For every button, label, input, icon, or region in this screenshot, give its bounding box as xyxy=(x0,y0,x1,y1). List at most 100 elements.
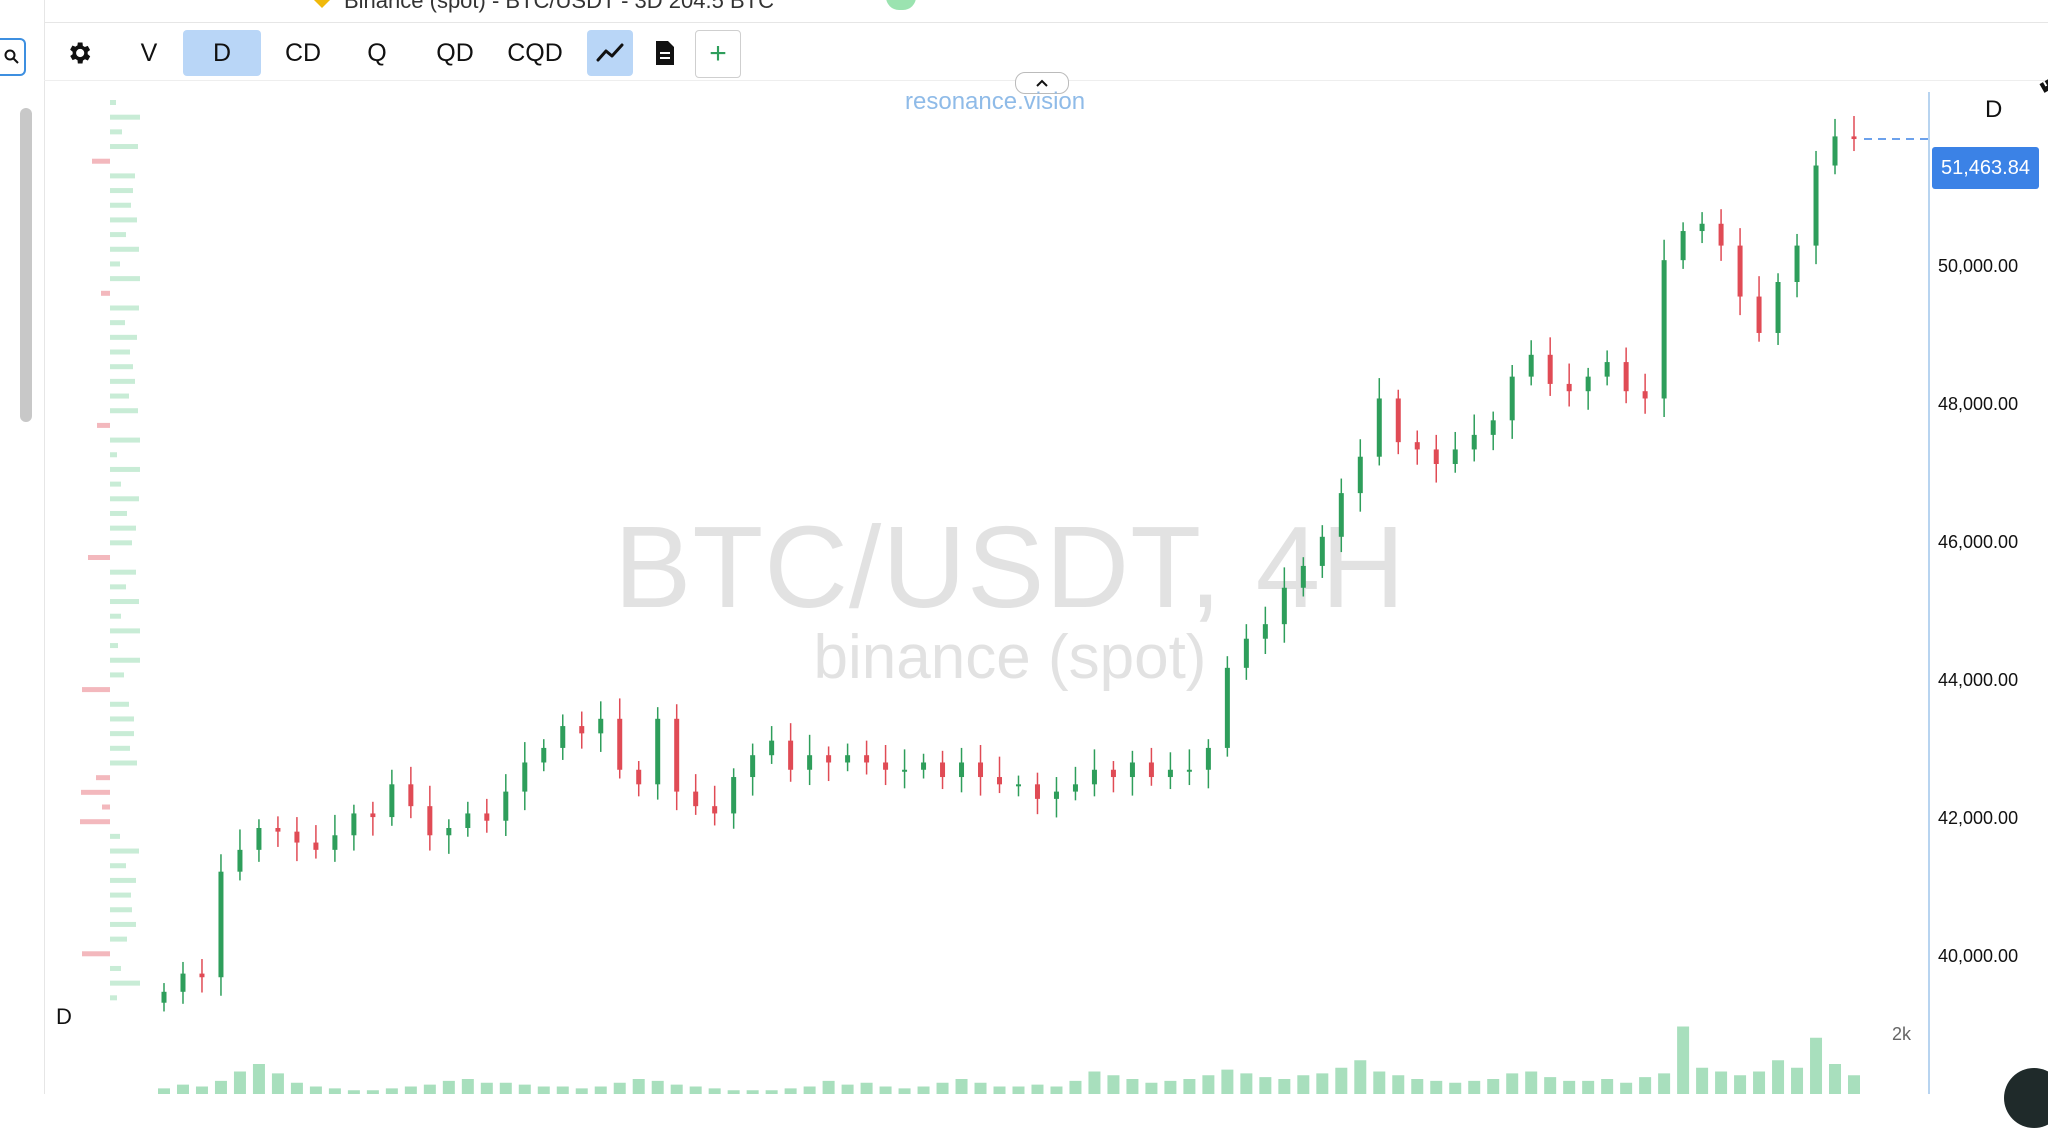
volume-bar xyxy=(271,1073,284,1094)
volume-profile-bar xyxy=(110,657,140,663)
volume-profile-bar xyxy=(110,760,137,766)
candle xyxy=(769,726,775,764)
candle-body xyxy=(370,813,376,818)
candle xyxy=(902,749,908,789)
volume-bar xyxy=(1278,1079,1291,1094)
candle-body xyxy=(959,762,965,778)
candle-body xyxy=(978,762,984,778)
candle-body xyxy=(503,791,509,821)
volume-bar xyxy=(1772,1060,1785,1094)
candle-body xyxy=(1072,784,1078,792)
volume-profile-bar xyxy=(96,775,110,781)
volume-bar xyxy=(461,1079,474,1094)
candle-body xyxy=(1623,362,1629,392)
volume-bar xyxy=(1734,1075,1747,1094)
volume-profile-bar xyxy=(110,320,125,326)
candle xyxy=(1091,749,1097,797)
mode-q-button[interactable]: Q xyxy=(349,30,405,76)
volume-bar xyxy=(404,1086,417,1094)
candle xyxy=(1205,739,1211,789)
candle xyxy=(712,785,718,826)
search-icon[interactable] xyxy=(0,38,26,76)
candle-body xyxy=(1376,398,1382,457)
volume-profile-bar xyxy=(110,496,139,502)
candle xyxy=(1281,567,1287,643)
candle-body xyxy=(522,762,528,792)
volume-bar xyxy=(1563,1080,1576,1094)
candle-body xyxy=(1566,383,1572,392)
volume-bar xyxy=(727,1090,740,1094)
volume-bar xyxy=(879,1086,892,1094)
volume-profile-bar xyxy=(110,863,126,869)
candle xyxy=(1414,430,1420,465)
candle xyxy=(560,714,566,760)
candle-body xyxy=(1319,536,1325,566)
document-icon xyxy=(656,41,674,65)
candle xyxy=(256,819,262,862)
candle-body xyxy=(1832,136,1838,166)
price-chart[interactable] xyxy=(44,90,1928,1094)
mode-d-button[interactable]: D xyxy=(183,30,261,76)
candle xyxy=(636,761,642,797)
price-axis[interactable] xyxy=(1928,92,1930,1094)
candle xyxy=(598,701,604,752)
candle xyxy=(237,829,243,881)
volume-bar xyxy=(1525,1071,1538,1094)
volume-profile-bar xyxy=(110,437,140,443)
volume-bar xyxy=(176,1084,189,1094)
candle xyxy=(199,959,205,993)
candle-body xyxy=(1471,434,1477,450)
chevron-up-icon xyxy=(1036,79,1048,87)
ruler-icon[interactable] xyxy=(2037,66,2048,101)
line-chart-button[interactable] xyxy=(587,30,633,76)
candle-body xyxy=(1243,638,1249,668)
volume-bar xyxy=(499,1082,512,1094)
volume-profile-bar xyxy=(110,980,140,986)
candle xyxy=(1338,478,1344,553)
volume-bar xyxy=(632,1079,645,1094)
candle xyxy=(1034,772,1040,815)
candle xyxy=(1452,431,1458,473)
candle xyxy=(1015,775,1021,797)
candle-body xyxy=(617,718,623,770)
candle xyxy=(864,740,870,775)
candle xyxy=(1243,624,1249,680)
candle xyxy=(655,707,661,800)
volume-profile-bar xyxy=(110,305,139,311)
mode-qd-button[interactable]: QD xyxy=(422,30,488,76)
volume-bar xyxy=(1544,1077,1557,1094)
candle xyxy=(1509,364,1515,439)
mode-cd-button[interactable]: CD xyxy=(270,30,336,76)
volume-profile-bar xyxy=(110,613,121,619)
volume-profile-bar xyxy=(110,716,134,722)
candle-body xyxy=(731,777,737,814)
candle-body xyxy=(237,849,243,872)
mode-cqd-button[interactable]: CQD xyxy=(495,30,575,76)
volume-mode-label: D xyxy=(56,1004,72,1029)
app-logo[interactable] xyxy=(2004,1068,2048,1128)
volume-bar xyxy=(1012,1086,1025,1094)
candle-body xyxy=(1794,245,1800,282)
candle xyxy=(1680,222,1686,269)
candle-body xyxy=(332,835,338,850)
candle xyxy=(1623,347,1629,404)
candle xyxy=(1072,766,1078,801)
candle-body xyxy=(1547,354,1553,384)
candle xyxy=(1110,761,1116,793)
candle xyxy=(617,698,623,779)
price-tick-label: 50,000.00 xyxy=(1938,256,2019,276)
volume-bar xyxy=(480,1082,493,1094)
add-indicator-button[interactable]: + xyxy=(695,30,741,78)
settings-button[interactable] xyxy=(54,30,104,76)
side-panel-scrollbar[interactable] xyxy=(20,108,32,422)
volume-bar xyxy=(442,1080,455,1094)
candle-body xyxy=(864,755,870,763)
volume-bar xyxy=(1639,1077,1652,1094)
document-button[interactable] xyxy=(644,30,686,76)
candle-body xyxy=(807,755,813,770)
volume-profile-bar xyxy=(81,789,110,795)
candle xyxy=(1262,606,1268,655)
mode-v-button[interactable]: V xyxy=(124,30,174,76)
volume-bar xyxy=(328,1088,341,1094)
candle-body xyxy=(902,769,908,772)
